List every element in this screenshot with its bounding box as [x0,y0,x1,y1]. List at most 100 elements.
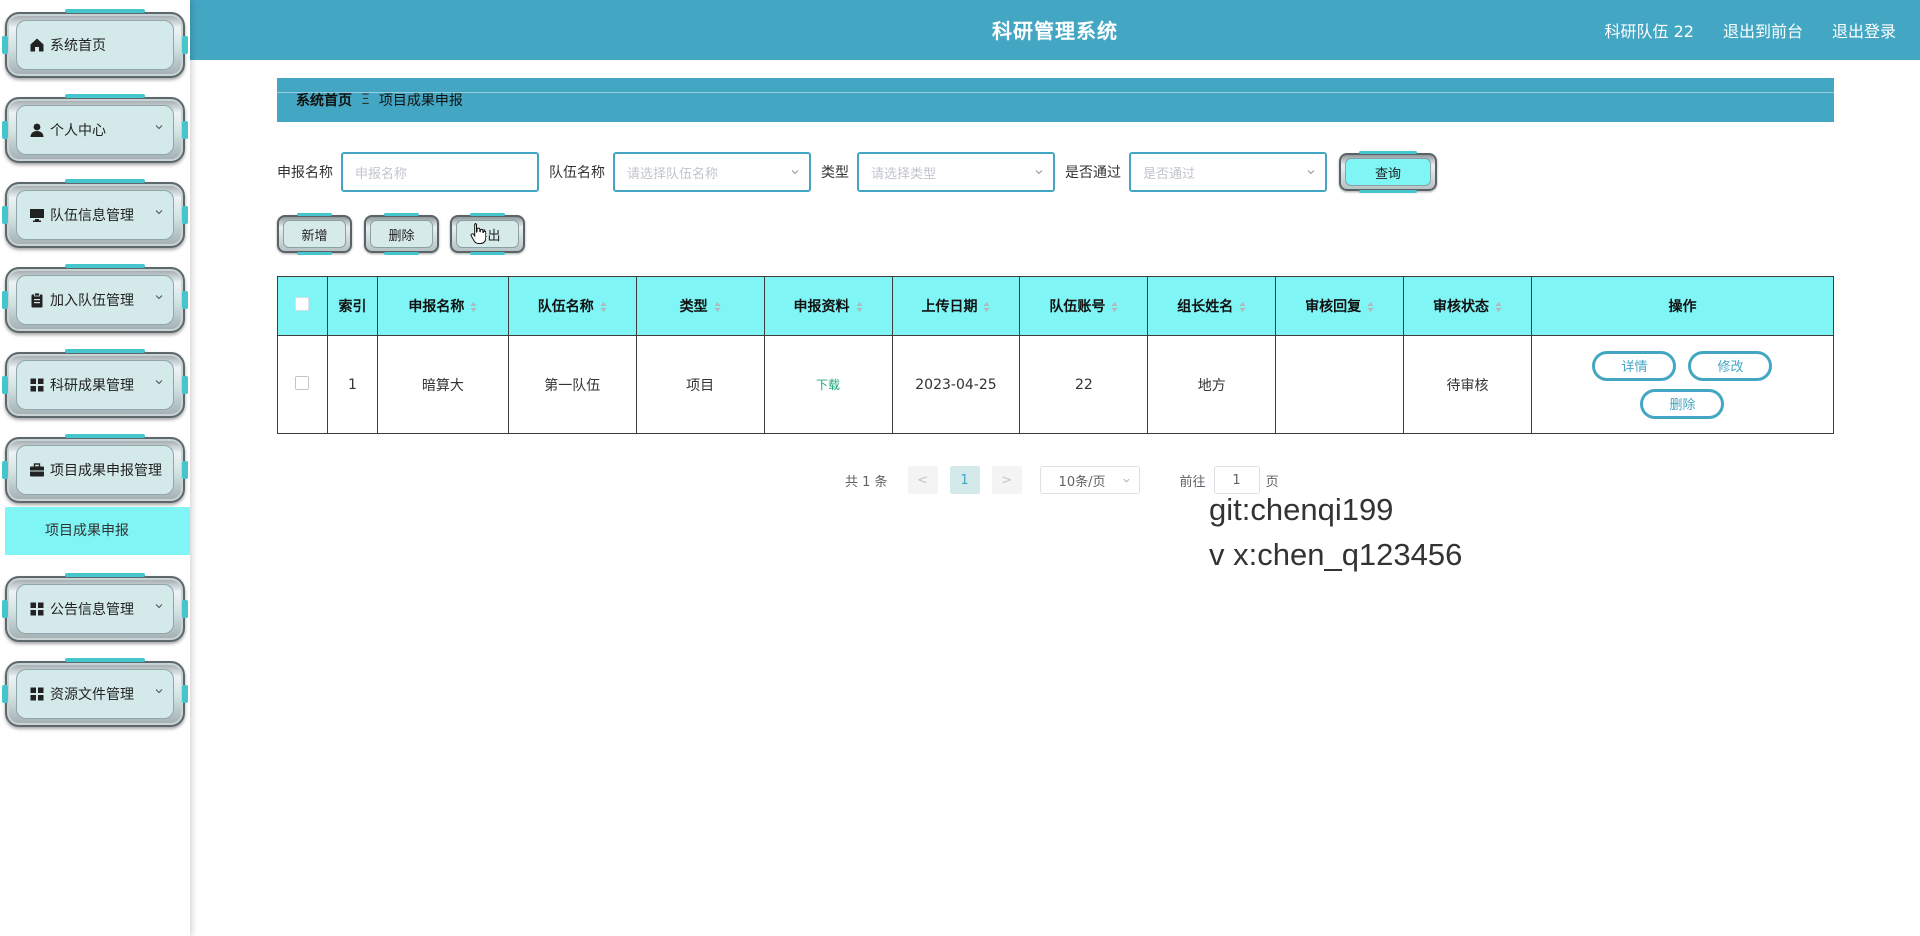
column-header[interactable]: 审核状态 [1403,276,1532,336]
name-label: 申报名称 [277,165,333,181]
team-select[interactable]: 请选择队伍名称 [613,152,811,192]
download-link[interactable]: 下载 [816,378,840,392]
sidebar-item-label: 项目成果申报管理 [50,463,162,479]
sort-icon[interactable] [856,301,863,313]
chevron-down-icon [791,170,799,175]
column-header[interactable]: 类型 [635,276,765,336]
hand-cursor-icon [470,223,486,244]
grid-icon [30,687,44,701]
goto-label: 前往 [1179,474,1206,490]
sidebar-subitem-project-declaration[interactable]: 项目成果申报 [5,507,190,555]
column-header: 操作 [1530,276,1835,336]
column-header[interactable]: 申报名称 [376,276,509,336]
home-icon [30,38,44,52]
pagination: 共 1 条 < 1 > 10条/页 前往 1 页 [845,466,1279,494]
prev-page-button[interactable]: < [907,466,938,494]
cell-index: 1 [326,335,378,434]
sort-icon[interactable] [1111,301,1118,313]
add-button[interactable]: 新增 [277,213,352,255]
pass-select-placeholder: 是否通过 [1143,166,1196,182]
page-number-button[interactable]: 1 [949,466,980,494]
delete-button-label: 删除 [388,228,415,244]
sidebar-item-home[interactable]: 系统首页 [2,9,188,78]
sidebar-item-resource-files[interactable]: 资源文件管理 [2,658,188,727]
table-row: 1 暗算大 第一队伍 项目 下载 2023-04-25 22 地方 待审核 详情… [277,335,1835,434]
page-size-select[interactable]: 10条/页 [1039,466,1140,494]
cell-date: 2023-04-25 [891,335,1021,434]
column-header-label: 类型 [679,299,708,315]
edit-button[interactable]: 修改 [1688,350,1773,381]
sort-icon[interactable] [600,301,607,313]
sidebar-item-research-results[interactable]: 科研成果管理 [2,349,188,418]
chevron-down-icon [1307,170,1315,175]
table-header-row: 索引 申报名称 队伍名称 类型 申报资料 上传日期 队伍账号 组长姓名 审核回复… [277,276,1835,336]
column-header-label: 队伍账号 [1049,299,1106,315]
query-button[interactable]: 查询 [1339,151,1437,193]
sidebar-item-label: 资源文件管理 [50,687,134,703]
select-all-checkbox[interactable] [295,297,310,311]
detail-button[interactable]: 详情 [1592,350,1677,381]
sort-icon[interactable] [1239,301,1246,313]
column-header-label: 申报名称 [408,299,465,315]
column-header-label: 组长姓名 [1177,299,1234,315]
type-label: 类型 [821,165,849,181]
cell-actions: 详情 修改 删除 [1530,335,1835,434]
export-button[interactable]: 导出 [450,213,525,255]
cell-file: 下载 [763,335,893,434]
team-label: 队伍名称 [549,165,605,181]
sidebar-item-team-info[interactable]: 队伍信息管理 [2,179,188,248]
sort-icon[interactable] [1495,301,1502,313]
monitor-icon [30,209,44,222]
search-form: 申报名称 申报名称 队伍名称 请选择队伍名称 类型 请选择类型 是否通过 是否通… [277,151,1437,193]
breadcrumb: 系统首页 Ξ 项目成果申报 [277,78,1834,122]
column-header[interactable]: 申报资料 [763,276,893,336]
sidebar-item-label: 个人中心 [50,123,106,139]
sidebar-item-announcements[interactable]: 公告信息管理 [2,573,188,642]
row-checkbox[interactable] [295,375,310,390]
sidebar-item-label: 加入队伍管理 [50,293,134,309]
cell-team: 第一队伍 [507,335,637,434]
sidebar: 系统首页 个人中心 队伍信息管理 加入队伍管理 科研成果管理 项目成果申报管理 … [0,0,190,936]
logout-link[interactable]: 退出登录 [1832,18,1896,42]
sidebar-item-label: 科研成果管理 [50,378,134,394]
cell-leader: 地方 [1147,335,1277,434]
declaration-name-input[interactable]: 申报名称 [341,152,539,192]
export-button-label: 导出 [474,228,501,244]
page-size-value: 10条/页 [1058,474,1106,490]
column-header[interactable]: 审核回复 [1275,276,1405,336]
select-all-cell [277,276,328,336]
chevron-down-icon [155,380,163,385]
column-header-label: 上传日期 [921,299,978,315]
watermark-line-2: v x:chen_q123456 [1209,537,1463,572]
breadcrumb-current: 项目成果申报 [378,93,463,109]
sidebar-item-personal-center[interactable]: 个人中心 [2,94,188,163]
cell-name: 暗算大 [376,335,509,434]
goto-page-input[interactable]: 1 [1213,466,1260,494]
type-select[interactable]: 请选择类型 [857,152,1055,192]
next-page-button[interactable]: > [991,466,1022,494]
column-header: 索引 [326,276,378,336]
column-header[interactable]: 组长姓名 [1147,276,1277,336]
sidebar-item-label: 公告信息管理 [50,602,134,618]
sidebar-item-join-team[interactable]: 加入队伍管理 [2,264,188,333]
breadcrumb-separator: Ξ [361,92,370,108]
column-header[interactable]: 队伍名称 [507,276,637,336]
column-header-label: 审核回复 [1305,299,1362,315]
breadcrumb-home[interactable]: 系统首页 [296,90,352,110]
row-delete-button[interactable]: 删除 [1640,388,1725,419]
column-header[interactable]: 队伍账号 [1019,276,1149,336]
pass-select[interactable]: 是否通过 [1129,152,1327,192]
sort-icon[interactable] [1367,301,1374,313]
chevron-down-icon [155,125,163,130]
sort-icon[interactable] [470,301,477,313]
sort-icon[interactable] [714,301,721,313]
user-icon [30,123,44,137]
current-user[interactable]: 科研队伍 22 [1605,18,1694,42]
sidebar-item-project-declaration[interactable]: 项目成果申报管理 [2,434,188,503]
exit-to-frontend-link[interactable]: 退出到前台 [1723,18,1803,42]
column-header[interactable]: 上传日期 [891,276,1021,336]
chevron-down-icon [155,689,163,694]
sort-icon[interactable] [983,301,990,313]
cell-account: 22 [1019,335,1149,434]
delete-button[interactable]: 删除 [364,213,439,255]
